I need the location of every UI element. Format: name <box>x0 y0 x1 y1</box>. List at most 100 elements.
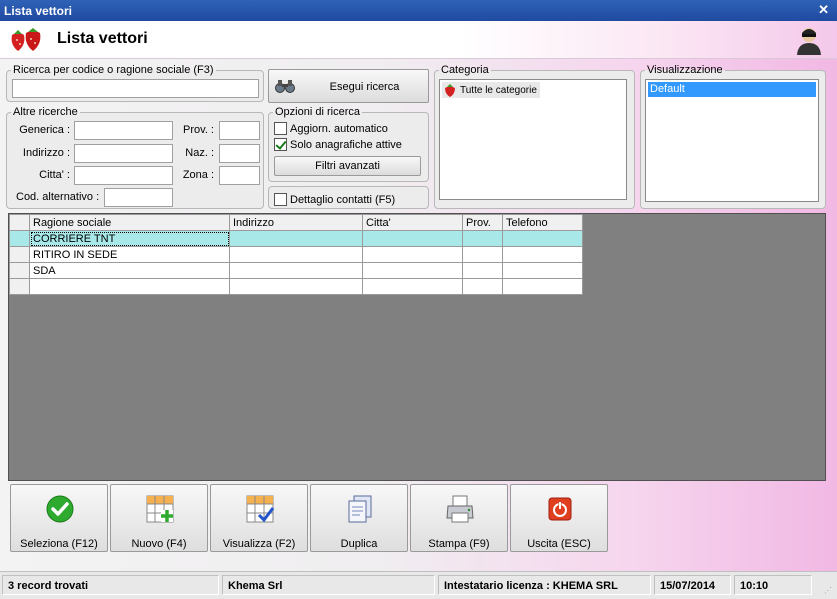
column-header[interactable]: Citta' <box>362 214 463 231</box>
table-row[interactable]: SDA <box>9 262 583 279</box>
results-grid-area: Ragione sociale Indirizzo Citta' Prov. T… <box>8 213 826 481</box>
active-only-checkbox[interactable]: Solo anagrafiche attive <box>274 138 402 151</box>
page-header: Lista vettori <box>0 21 837 59</box>
table-row[interactable]: RITIRO IN SEDE <box>9 246 583 263</box>
strawberries-icon <box>11 28 41 51</box>
active-only-box[interactable] <box>274 138 287 151</box>
resize-grip-icon[interactable]: ⋰ <box>824 586 834 596</box>
auto-update-checkbox[interactable]: Aggiorn. automatico <box>274 122 388 135</box>
table-cell[interactable]: RITIRO IN SEDE <box>29 246 230 263</box>
window-title: Lista vettori <box>4 4 73 18</box>
search-options-legend: Opzioni di ricerca <box>275 106 360 118</box>
prov-label: Prov. : <box>183 124 214 136</box>
exit-button-label: Uscita (ESC) <box>527 538 591 550</box>
select-button[interactable]: Seleziona (F12) <box>10 484 108 552</box>
contact-detail-box[interactable] <box>274 193 287 206</box>
execute-search-label: Esegui ricerca <box>329 81 400 93</box>
table-cell[interactable] <box>362 262 463 279</box>
table-cell[interactable] <box>502 262 583 279</box>
add-grid-icon <box>146 495 174 523</box>
print-button[interactable]: Stampa (F9) <box>410 484 508 552</box>
table-cell[interactable] <box>229 262 363 279</box>
table-cell[interactable]: CORRIERE TNT <box>29 230 230 247</box>
prov-field[interactable] <box>219 121 260 140</box>
status-bar: 3 record trovati Khema Srl Intestatario … <box>0 571 837 599</box>
generica-label: Generica : <box>19 124 70 136</box>
generica-field[interactable] <box>74 121 173 140</box>
table-cell[interactable]: SDA <box>29 262 230 279</box>
execute-search-button[interactable]: Esegui ricerca <box>268 69 429 103</box>
other-search-legend: Altre ricerche <box>13 106 78 118</box>
new-button[interactable]: Nuovo (F4) <box>110 484 208 552</box>
strawberry-icon <box>445 84 455 97</box>
binoculars-icon <box>275 80 295 93</box>
duplicate-icon <box>348 495 372 523</box>
table-cell[interactable] <box>462 262 503 279</box>
citta-field[interactable] <box>74 166 173 185</box>
cod-alternativo-label: Cod. alternativo : <box>16 191 100 203</box>
main-panel: Ricerca per codice o ragione sociale (F3… <box>0 59 837 571</box>
view-button-label: Visualizza (F2) <box>222 538 296 550</box>
search-input[interactable] <box>12 79 259 98</box>
exit-button[interactable]: Uscita (ESC) <box>510 484 608 552</box>
view-item-default[interactable]: Default <box>648 82 816 97</box>
table-cell[interactable] <box>462 278 503 295</box>
row-indicator-header <box>9 214 30 231</box>
duplicate-button[interactable]: Duplica <box>310 484 408 552</box>
results-table: Ragione sociale Indirizzo Citta' Prov. T… <box>9 214 583 295</box>
status-license: Intestatario licenza : KHEMA SRL <box>438 575 651 595</box>
table-cell[interactable] <box>362 230 463 247</box>
category-legend: Categoria <box>441 64 489 76</box>
printer-icon <box>446 495 474 523</box>
new-button-label: Nuovo (F4) <box>131 538 187 550</box>
table-cell[interactable] <box>229 278 363 295</box>
category-item-label: Tutte le categorie <box>460 84 537 96</box>
table-cell[interactable] <box>229 230 363 247</box>
print-button-label: Stampa (F9) <box>428 538 490 550</box>
zona-label: Zona : <box>182 169 214 181</box>
column-header[interactable]: Indirizzo <box>229 214 363 231</box>
naz-label: Naz. : <box>185 147 214 159</box>
zona-field[interactable] <box>219 166 260 185</box>
column-header[interactable]: Telefono <box>502 214 583 231</box>
cod-alternativo-field[interactable] <box>104 188 173 207</box>
table-cell[interactable] <box>502 230 583 247</box>
naz-field[interactable] <box>219 144 260 163</box>
view-list[interactable]: Default <box>645 79 819 202</box>
table-cell[interactable] <box>502 246 583 263</box>
close-icon[interactable]: ✕ <box>818 2 829 18</box>
table-cell[interactable] <box>502 278 583 295</box>
status-time: 10:10 <box>734 575 812 595</box>
table-row[interactable]: CORRIERE TNT <box>9 230 583 247</box>
indirizzo-label: Indirizzo : <box>22 147 70 159</box>
table-header-row: Ragione sociale Indirizzo Citta' Prov. T… <box>9 214 583 231</box>
indirizzo-field[interactable] <box>74 144 173 163</box>
row-indicator[interactable] <box>9 262 30 279</box>
table-cell[interactable] <box>462 246 503 263</box>
view-legend: Visualizzazione <box>647 64 723 76</box>
table-cell[interactable] <box>362 278 463 295</box>
column-header[interactable]: Prov. <box>462 214 503 231</box>
table-row[interactable] <box>9 278 583 295</box>
citta-label: Citta' : <box>39 169 70 181</box>
category-item[interactable]: Tutte le categorie <box>442 82 540 98</box>
power-icon <box>548 497 572 521</box>
contact-detail-checkbox[interactable]: Dettaglio contatti (F5) <box>274 193 395 206</box>
table-cell[interactable] <box>29 278 230 295</box>
auto-update-label: Aggiorn. automatico <box>290 122 388 135</box>
table-cell[interactable] <box>462 230 503 247</box>
advanced-filters-button[interactable]: Filtri avanzati <box>274 156 421 176</box>
category-list[interactable]: Tutte le categorie <box>439 79 627 200</box>
view-button[interactable]: Visualizza (F2) <box>210 484 308 552</box>
active-only-label: Solo anagrafiche attive <box>290 138 402 151</box>
user-icon[interactable] <box>795 25 823 55</box>
table-cell[interactable] <box>362 246 463 263</box>
search-legend: Ricerca per codice o ragione sociale (F3… <box>13 64 214 76</box>
table-cell[interactable] <box>229 246 363 263</box>
column-header[interactable]: Ragione sociale <box>29 214 230 231</box>
row-indicator[interactable] <box>9 278 30 295</box>
contact-detail-label: Dettaglio contatti (F5) <box>290 193 396 206</box>
auto-update-box[interactable] <box>274 122 287 135</box>
row-indicator[interactable] <box>9 230 30 247</box>
row-indicator[interactable] <box>9 246 30 263</box>
